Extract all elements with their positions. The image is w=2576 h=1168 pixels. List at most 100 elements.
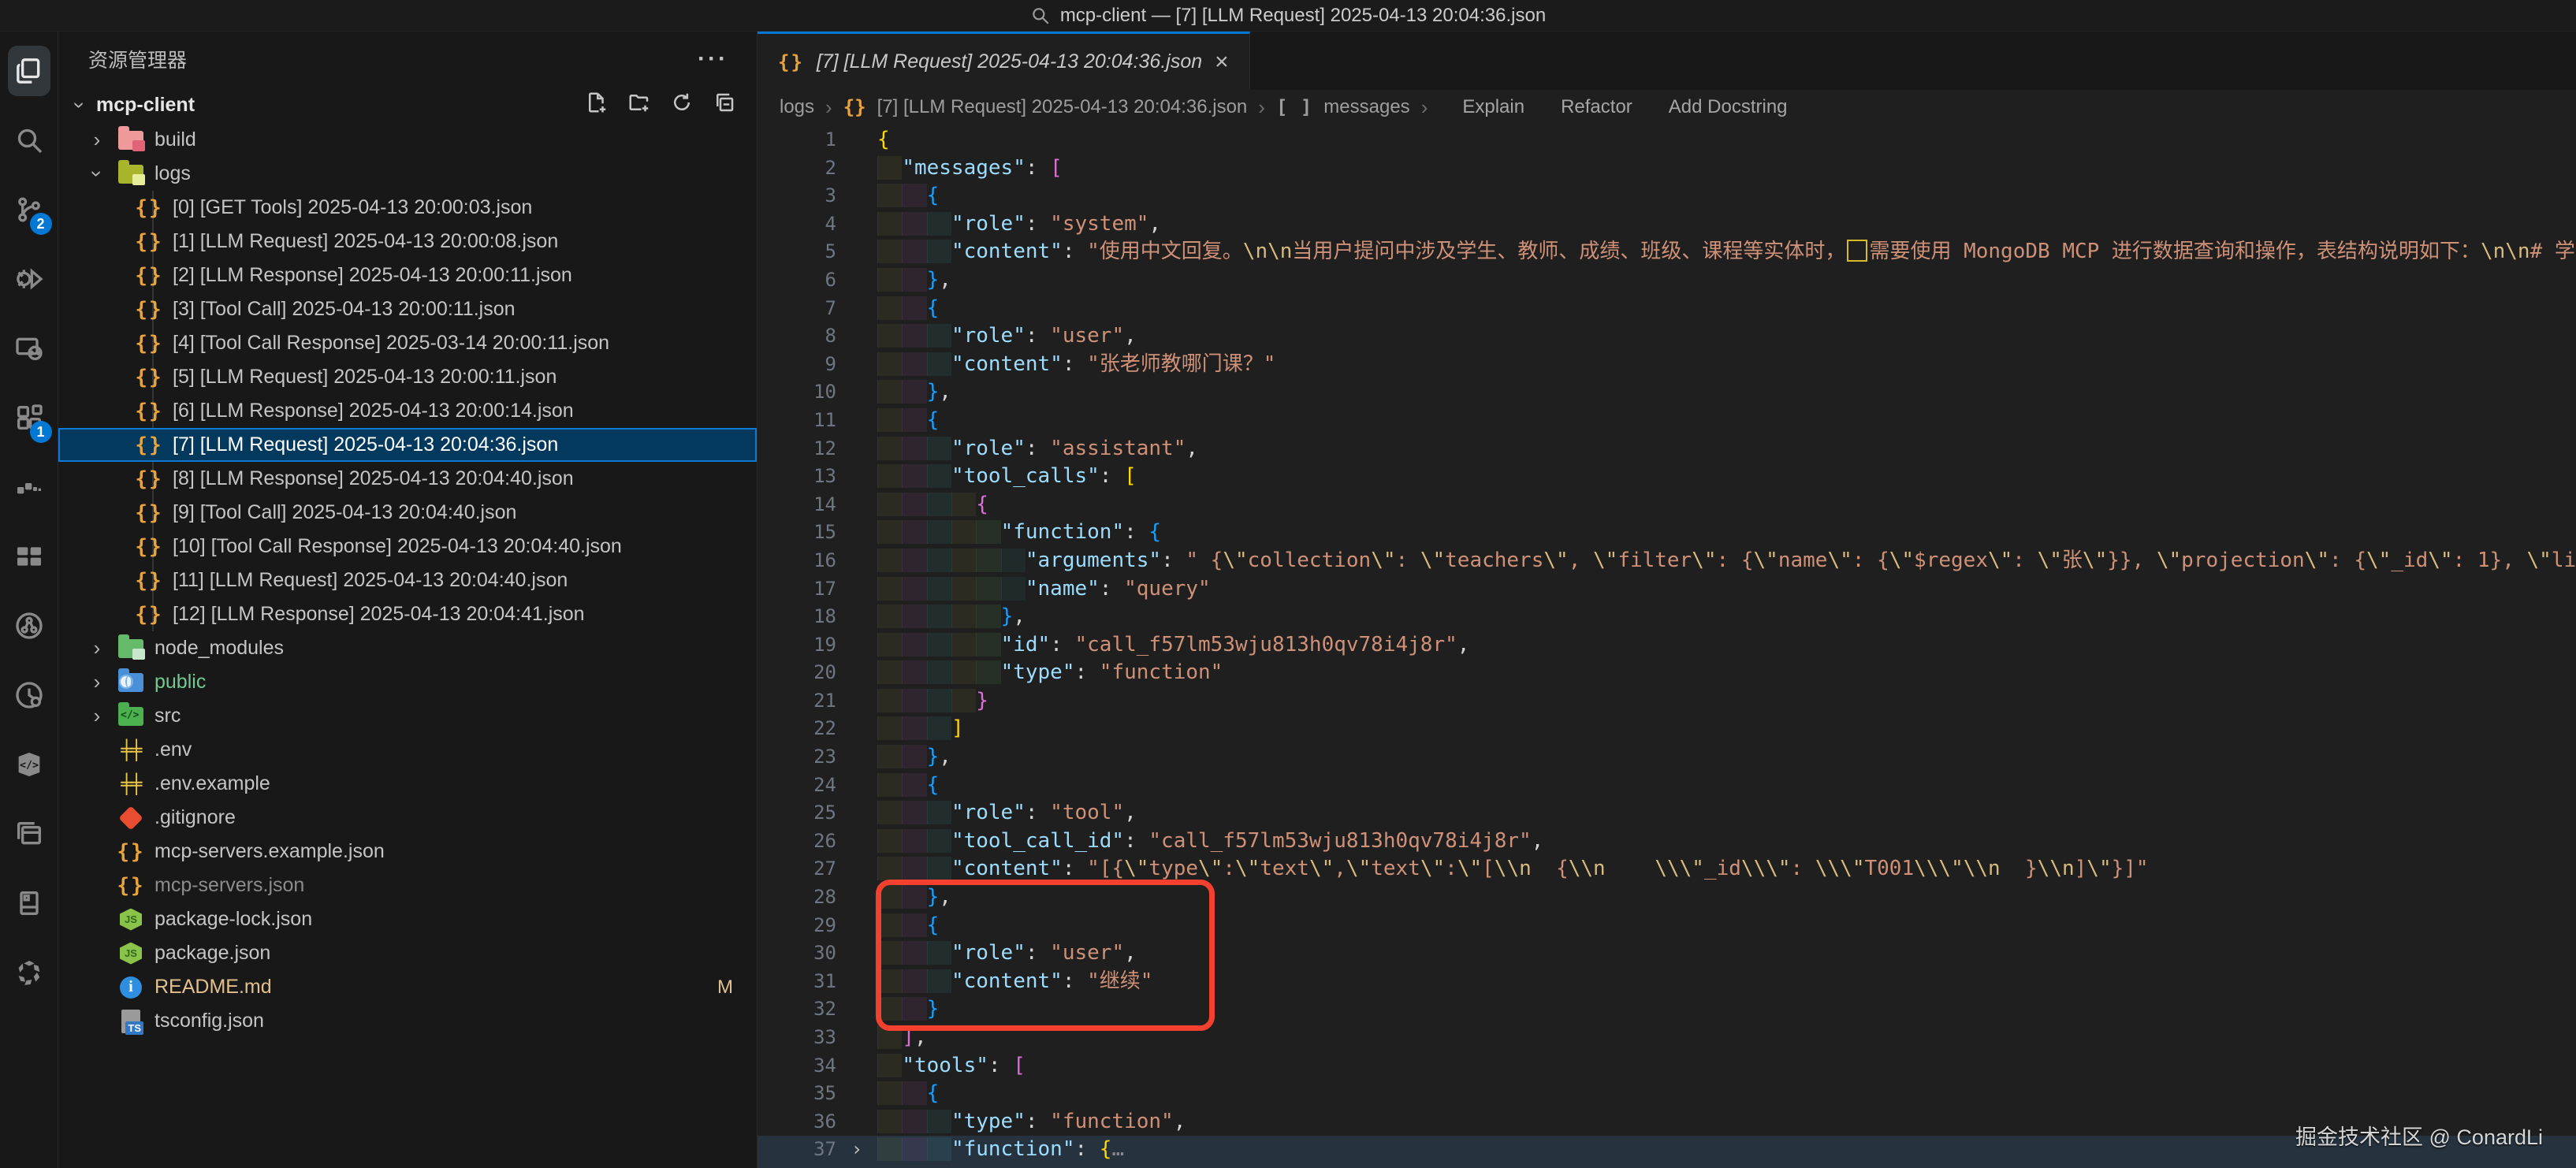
blocks-icon <box>13 471 45 503</box>
code-line-10[interactable]: 10 }, <box>758 378 2576 407</box>
tree-item-[11]-[llm-request]-2025-04-13-20-04-40-json[interactable]: {}[11] [LLM Request] 2025-04-13 20:04:40… <box>58 564 757 597</box>
tree-item--gitignore[interactable]: ›.gitignore <box>58 801 757 835</box>
activitybar-grid[interactable] <box>0 522 58 591</box>
code-line-16[interactable]: 16 "arguments": " {\"collection\": \"tea… <box>758 547 2576 575</box>
code-line-27[interactable]: 27 "content": "[{\"type\":\"text\",\"tex… <box>758 855 2576 883</box>
tree-item-[0]-[get-tools]-2025-04-13-20-00-03-json[interactable]: {}[0] [GET Tools] 2025-04-13 20:00:03.js… <box>58 191 757 225</box>
tree-item-public[interactable]: ›public <box>58 665 757 699</box>
tree-item--env[interactable]: ›╪╪.env <box>58 733 757 767</box>
code-line-17[interactable]: 17 "name": "query" <box>758 575 2576 604</box>
code-line-6[interactable]: 6 }, <box>758 266 2576 295</box>
tree-item-package-lock-json[interactable]: ›JSpackage-lock.json <box>58 902 757 936</box>
code-line-12[interactable]: 12 "role": "assistant", <box>758 435 2576 463</box>
tree-item-[9]-[tool-call]-2025-04-13-20-04-40-json[interactable]: {}[9] [Tool Call] 2025-04-13 20:04:40.js… <box>58 496 757 530</box>
activitybar-device[interactable] <box>0 869 58 938</box>
activitybar-layers[interactable] <box>0 799 58 869</box>
new-file-icon[interactable] <box>585 91 609 120</box>
chevron-right-icon[interactable]: › <box>87 670 107 694</box>
code-line-2[interactable]: 2 "messages": [ <box>758 154 2576 183</box>
code-line-15[interactable]: 15 "function": { <box>758 519 2576 547</box>
tree-item-node-modules[interactable]: ›node_modules <box>58 631 757 665</box>
tree-item-[10]-[tool-call-response]-2025-04-13-20-04-40-json[interactable]: {}[10] [Tool Call Response] 2025-04-13 2… <box>58 530 757 564</box>
activitybar-run-debug[interactable] <box>0 244 58 314</box>
tree-item-src[interactable]: ›</>src <box>58 699 757 733</box>
tree-item-[7]-[llm-request]-2025-04-13-20-04-36-json[interactable]: {}[7] [LLM Request] 2025-04-13 20:04:36.… <box>58 428 757 462</box>
code-line-11[interactable]: 11 { <box>758 407 2576 435</box>
code-line-5[interactable]: 5 "content": "使用中文回复。\n\n当用户提问中涉及学生、教师、成… <box>758 238 2576 266</box>
tree-item-[4]-[tool-call-response]-2025-03-14-20-00-11-json[interactable]: {}[4] [Tool Call Response] 2025-03-14 20… <box>58 326 757 360</box>
refresh-icon[interactable] <box>670 91 694 120</box>
fold-chevron-icon[interactable]: › <box>836 1136 877 1164</box>
add-docstring-action[interactable]: Add Docstring <box>1669 96 1788 118</box>
refactor-action[interactable]: Refactor <box>1561 96 1632 118</box>
code-line-7[interactable]: 7 { <box>758 295 2576 323</box>
activitybar-remote-explorer[interactable] <box>0 314 58 383</box>
tree-item--env-example[interactable]: ›╪╪.env.example <box>58 767 757 801</box>
activitybar-extensions[interactable]: 1 <box>0 383 58 452</box>
code-line-14[interactable]: 14 { <box>758 491 2576 519</box>
activitybar-explorer[interactable] <box>0 36 58 106</box>
tree-item-mcp-servers-example-json[interactable]: ›{}mcp-servers.example.json <box>58 835 757 869</box>
tree-item-package-json[interactable]: ›JSpackage.json <box>58 936 757 970</box>
code-editor[interactable]: 1{2 "messages": [3 {4 "role": "system",5… <box>758 125 2576 1168</box>
code-line-30[interactable]: 30 "role": "user", <box>758 939 2576 968</box>
collapse-all-icon[interactable] <box>713 91 736 120</box>
code-line-35[interactable]: 35 { <box>758 1080 2576 1108</box>
more-actions-icon[interactable]: ··· <box>698 46 728 73</box>
code-line-29[interactable]: 29 { <box>758 912 2576 940</box>
code-line-26[interactable]: 26 "tool_call_id": "call_f57lm53wju813h0… <box>758 828 2576 856</box>
tree-item-build[interactable]: ›build <box>58 123 757 157</box>
tree-item-[6]-[llm-response]-2025-04-13-20-00-14-json[interactable]: {}[6] [LLM Response] 2025-04-13 20:00:14… <box>58 394 757 428</box>
tree-item-[12]-[llm-response]-2025-04-13-20-04-41-json[interactable]: {}[12] [LLM Response] 2025-04-13 20:04:4… <box>58 597 757 631</box>
code-line-9[interactable]: 9 "content": "张老师教哪门课？" <box>758 351 2576 379</box>
activitybar-search[interactable] <box>0 106 58 175</box>
breadcrumb-item[interactable]: [7] [LLM Request] 2025-04-13 20:04:36.js… <box>877 96 1248 118</box>
tree-item-logs[interactable]: ›logs <box>58 157 757 191</box>
tree-item-[3]-[tool-call]-2025-04-13-20-00-11-json[interactable]: {}[3] [Tool Call] 2025-04-13 20:00:11.js… <box>58 292 757 326</box>
code-line-8[interactable]: 8 "role": "user", <box>758 322 2576 351</box>
tree-item-label: [4] [Tool Call Response] 2025-03-14 20:0… <box>173 332 609 355</box>
activitybar-pinwheel[interactable] <box>0 938 58 1007</box>
chevron-right-icon[interactable]: › <box>87 636 107 660</box>
code-line-25[interactable]: 25 "role": "tool", <box>758 799 2576 828</box>
tree-item-[2]-[llm-response]-2025-04-13-20-00-11-json[interactable]: {}[2] [LLM Response] 2025-04-13 20:00:11… <box>58 259 757 292</box>
code-line-34[interactable]: 34 "tools": [ <box>758 1052 2576 1081</box>
code-line-22[interactable]: 22 ] <box>758 715 2576 743</box>
code-line-18[interactable]: 18 }, <box>758 603 2576 631</box>
tree-item-mcp-servers-json[interactable]: ›{}mcp-servers.json <box>58 869 757 902</box>
code-line-24[interactable]: 24 { <box>758 772 2576 800</box>
code-line-20[interactable]: 20 "type": "function" <box>758 659 2576 687</box>
code-line-13[interactable]: 13 "tool_calls": [ <box>758 463 2576 491</box>
chevron-right-icon[interactable]: › <box>87 128 107 152</box>
activitybar-share-circle[interactable] <box>0 591 58 660</box>
tree-item-[1]-[llm-request]-2025-04-13-20-00-08-json[interactable]: {}[1] [LLM Request] 2025-04-13 20:00:08.… <box>58 225 757 259</box>
code-line-33[interactable]: 33 ], <box>758 1024 2576 1052</box>
activitybar-blocks[interactable] <box>0 452 58 522</box>
activitybar-history-circle[interactable] <box>0 660 58 730</box>
breadcrumb-item[interactable]: messages <box>1323 96 1409 118</box>
activitybar-code-box[interactable]: </> <box>0 730 58 799</box>
tree-item-[5]-[llm-request]-2025-04-13-20-00-11-json[interactable]: {}[5] [LLM Request] 2025-04-13 20:00:11.… <box>58 360 757 394</box>
chevron-right-icon[interactable]: › <box>87 704 107 728</box>
code-line-4[interactable]: 4 "role": "system", <box>758 210 2576 239</box>
code-line-23[interactable]: 23 }, <box>758 743 2576 772</box>
chevron-down-icon[interactable]: › <box>85 164 110 184</box>
code-line-28[interactable]: 28 }, <box>758 883 2576 912</box>
code-line-31[interactable]: 31 "content": "继续" <box>758 968 2576 996</box>
breadcrumb-item[interactable]: logs <box>780 96 814 118</box>
activitybar-source-control[interactable]: 2 <box>0 175 58 244</box>
tree-item-tsconfig-json[interactable]: ›TStsconfig.json <box>58 1004 757 1038</box>
tree-item-[8]-[llm-response]-2025-04-13-20-04-40-json[interactable]: {}[8] [LLM Response] 2025-04-13 20:04:40… <box>58 462 757 496</box>
explain-action[interactable]: Explain <box>1462 96 1524 118</box>
code-line-32[interactable]: 32 } <box>758 995 2576 1024</box>
code-line-1[interactable]: 1{ <box>758 126 2576 154</box>
close-icon[interactable]: × <box>1215 50 1229 74</box>
workspace-section-header[interactable]: › mcp-client <box>58 87 757 123</box>
tree-item-readme-md[interactable]: ›iREADME.mdM <box>58 970 757 1004</box>
fold-gutter <box>836 295 877 323</box>
new-folder-icon[interactable] <box>627 91 651 120</box>
code-line-3[interactable]: 3 { <box>758 182 2576 210</box>
tab-llm-request-json[interactable]: {} [7] [LLM Request] 2025-04-13 20:04:36… <box>758 32 1250 90</box>
code-line-21[interactable]: 21 } <box>758 687 2576 716</box>
code-line-19[interactable]: 19 "id": "call_f57lm53wju813h0qv78i4j8r"… <box>758 631 2576 660</box>
